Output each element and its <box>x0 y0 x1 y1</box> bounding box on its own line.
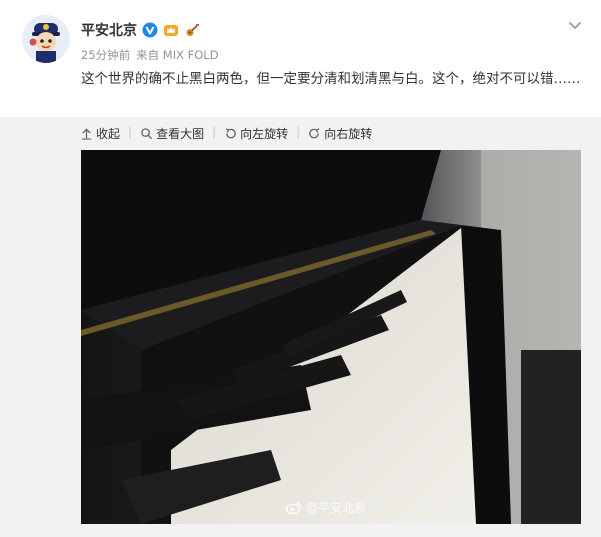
rotate-left-label: 向左旋转 <box>240 127 289 141</box>
post-source: 来自 MIX FOLD <box>136 48 219 62</box>
watermark-text: @平安北京 <box>306 501 367 515</box>
toolbar-separator: | <box>128 125 133 139</box>
post-meta: 25分钟前 来自 MIX FOLD <box>81 47 219 63</box>
rotate-right-icon <box>309 128 320 139</box>
media-panel: 收起 | 查看大图 | 向左旋转 | 向右旋转 @平安北京 <box>0 117 601 537</box>
weibo-post-card: 平安北京 25分钟前 来自 MIX FOLD 这个世界的确不止黑白两色，但一定要… <box>0 0 601 537</box>
view-large-button[interactable]: 查看大图 <box>140 125 204 142</box>
rotate-left-icon <box>225 128 236 139</box>
toolbar-separator: | <box>212 125 217 139</box>
piano-photo <box>81 150 581 524</box>
post-text: 这个世界的确不止黑白两色，但一定要分清和划清黑与白。这个，绝对不可以错…… <box>81 71 581 87</box>
author-name[interactable]: 平安北京 <box>81 20 137 40</box>
rotate-right-label: 向右旋转 <box>324 127 373 141</box>
magnifier-icon <box>141 128 153 140</box>
verified-v-icon <box>142 22 158 38</box>
collapse-label: 收起 <box>96 127 121 141</box>
toolbar-separator: | <box>296 125 301 139</box>
image-toolbar: 收起 | 查看大图 | 向左旋转 | 向右旋转 <box>80 125 372 142</box>
rotate-left-button[interactable]: 向左旋转 <box>224 125 288 142</box>
post-time[interactable]: 25分钟前 <box>81 47 130 63</box>
guitar-medal-icon <box>184 22 200 38</box>
collapse-button[interactable]: 收起 <box>80 125 120 142</box>
rotate-right-button[interactable]: 向右旋转 <box>308 125 372 142</box>
weibo-logo-icon <box>286 502 302 514</box>
author-avatar[interactable] <box>22 15 70 63</box>
view-large-label: 查看大图 <box>156 127 205 141</box>
collapse-arrow-icon <box>81 128 92 140</box>
post-photo[interactable]: @平安北京 <box>81 150 581 524</box>
author-line: 平安北京 <box>81 20 200 40</box>
chevron-down-icon[interactable] <box>567 17 583 33</box>
image-watermark: @平安北京 <box>286 499 366 516</box>
member-crown-icon <box>163 22 179 38</box>
